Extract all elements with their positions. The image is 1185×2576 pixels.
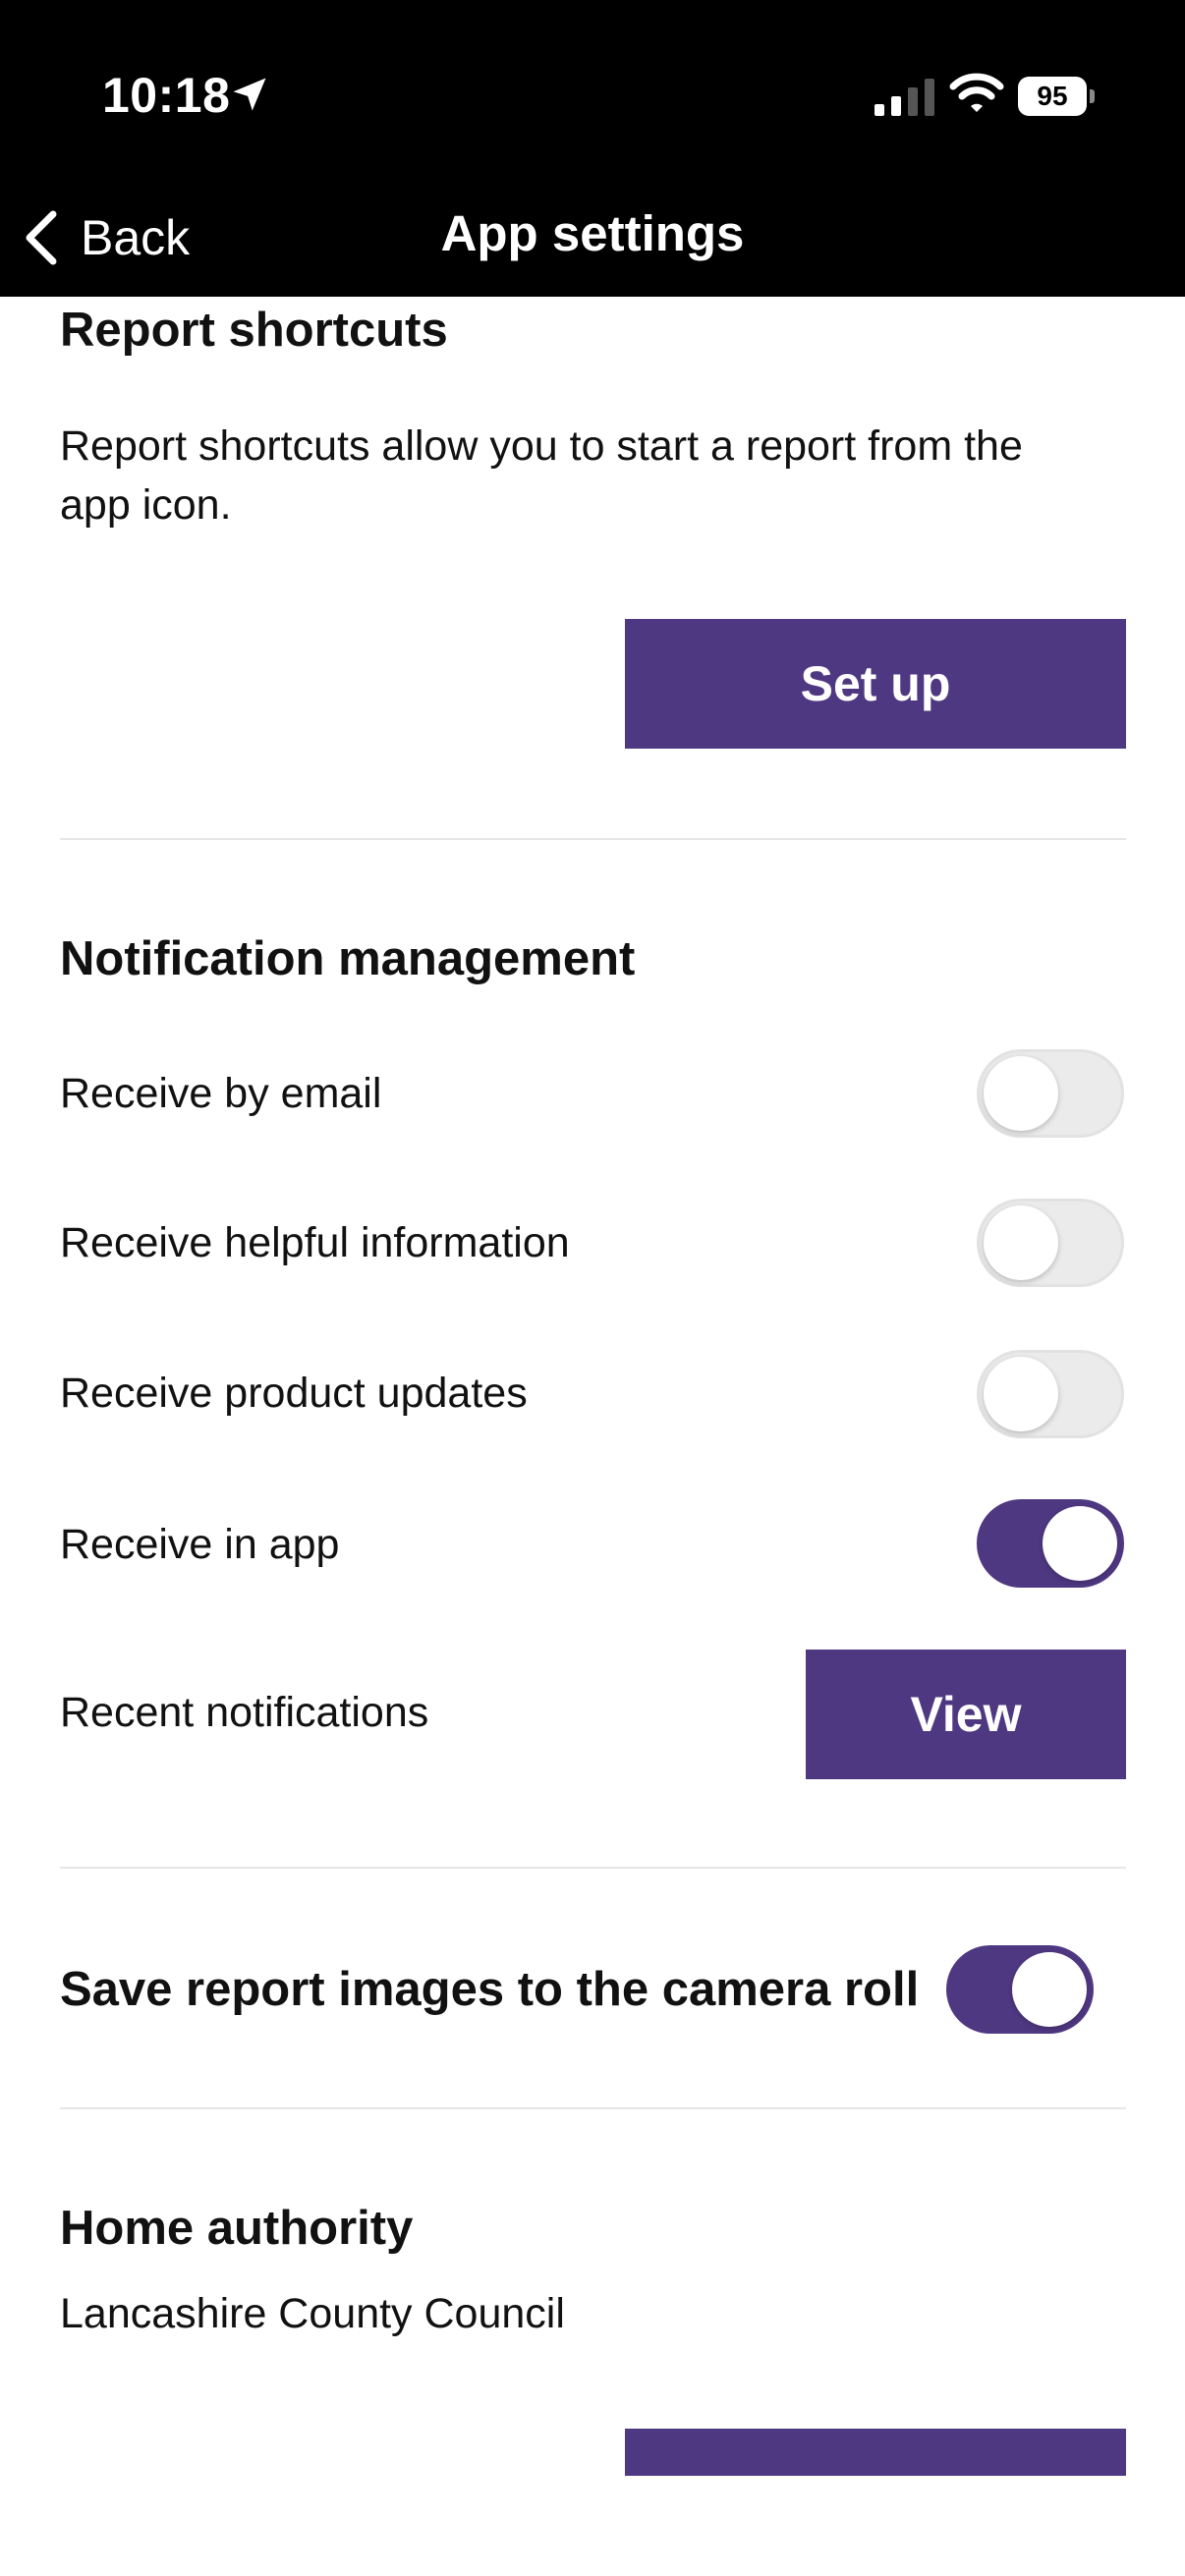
- toggle-knob: [984, 1056, 1058, 1131]
- receive-product-updates-toggle[interactable]: [977, 1350, 1124, 1438]
- receive-product-updates-label: Receive product updates: [60, 1370, 528, 1417]
- receive-helpful-information-label: Receive helpful information: [60, 1219, 570, 1266]
- divider: [60, 838, 1126, 840]
- home-authority-heading: Home authority: [60, 2202, 414, 2255]
- view-notifications-button[interactable]: View: [806, 1650, 1126, 1779]
- toggle-knob: [1043, 1506, 1117, 1581]
- report-shortcuts-description-line1: Report shortcuts allow you to start a re…: [60, 422, 1023, 470]
- home-authority-value: Lancashire County Council: [60, 2290, 565, 2337]
- receive-by-email-toggle[interactable]: [977, 1049, 1124, 1138]
- divider: [60, 1867, 1126, 1869]
- location-arrow-icon: [233, 78, 266, 111]
- divider: [60, 2107, 1126, 2109]
- battery-icon: 95: [1018, 77, 1097, 116]
- receive-in-app-label: Receive in app: [60, 1521, 340, 1568]
- nav-bar: Back App settings: [0, 177, 1185, 297]
- battery-tip: [1090, 89, 1095, 103]
- chevron-left-icon: [26, 210, 57, 265]
- status-bar: 10:18 95: [0, 0, 1185, 177]
- toggle-knob: [984, 1357, 1058, 1431]
- toggle-knob: [984, 1205, 1058, 1280]
- notification-management-heading: Notification management: [60, 932, 636, 985]
- status-time: 10:18: [102, 68, 231, 123]
- back-label: Back: [81, 210, 191, 265]
- camera-roll-toggle[interactable]: [946, 1945, 1094, 2034]
- wifi-icon: [949, 73, 1004, 112]
- receive-helpful-information-toggle[interactable]: [977, 1199, 1124, 1287]
- receive-by-email-label: Receive by email: [60, 1070, 382, 1117]
- toggle-knob: [1012, 1952, 1087, 2027]
- battery-level: 95: [1018, 77, 1087, 116]
- camera-roll-label: Save report images to the camera roll: [60, 1963, 920, 2016]
- cellular-signal-icon: [875, 79, 934, 116]
- change-authority-button[interactable]: [625, 2429, 1126, 2476]
- recent-notifications-label: Recent notifications: [60, 1689, 429, 1736]
- receive-in-app-toggle[interactable]: [977, 1499, 1124, 1588]
- report-shortcuts-description-line2: app icon.: [60, 481, 232, 529]
- back-button[interactable]: Back: [20, 198, 190, 277]
- report-shortcuts-heading: Report shortcuts: [60, 304, 448, 357]
- set-up-button[interactable]: Set up: [625, 619, 1126, 749]
